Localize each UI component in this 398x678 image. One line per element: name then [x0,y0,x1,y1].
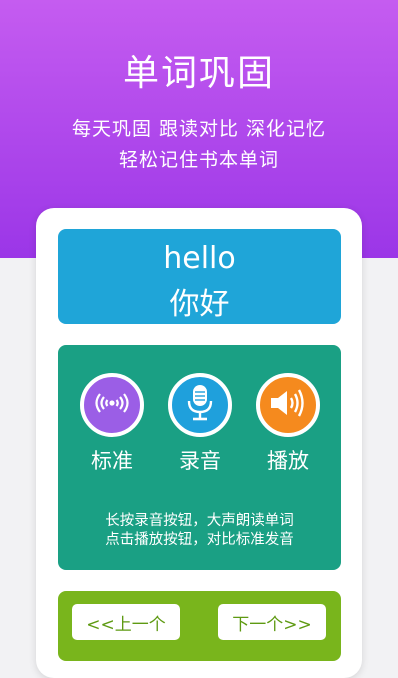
practice-panel: 标准 录音 播放 长按录音按钮，大声朗读单词 点击播放按钮，对比标准发音 [58,345,341,570]
speaker-icon [269,388,307,422]
play-label: 播放 [267,449,309,473]
word-navigation: <<上一个 下一个>> [58,591,341,661]
hint-line2: 点击播放按钮，对比标准发音 [105,532,294,548]
standard-audio-button[interactable] [80,373,144,437]
hero-subtitle-line1: 每天巩固 跟读对比 深化记忆 [71,118,327,140]
play-control: 播放 [252,373,324,475]
page-title: 单词巩固 [122,53,275,94]
standard-audio-label: 标准 [91,449,133,473]
microphone-icon [185,384,215,426]
hint-line1: 长按录音按钮，大声朗读单词 [105,513,294,529]
word-panel: hello 你好 [58,229,341,324]
word-english: hello [163,241,236,276]
hero-subtitle-line2: 轻松记住书本单词 [118,149,279,171]
standard-audio-control: 标准 [76,373,148,475]
play-button[interactable] [256,373,320,437]
previous-word-button[interactable]: <<上一个 [72,604,180,640]
record-control: 录音 [164,373,236,475]
record-button[interactable] [168,373,232,437]
content-card: hello 你好 标准 录音 播放 长按录音按钮，大声朗读单词 点击播放按钮，对… [36,208,362,678]
word-chinese: 你好 [169,287,230,322]
standard-audio-icon [92,391,132,419]
record-label: 录音 [179,449,221,473]
next-word-button[interactable]: 下一个>> [218,604,326,640]
